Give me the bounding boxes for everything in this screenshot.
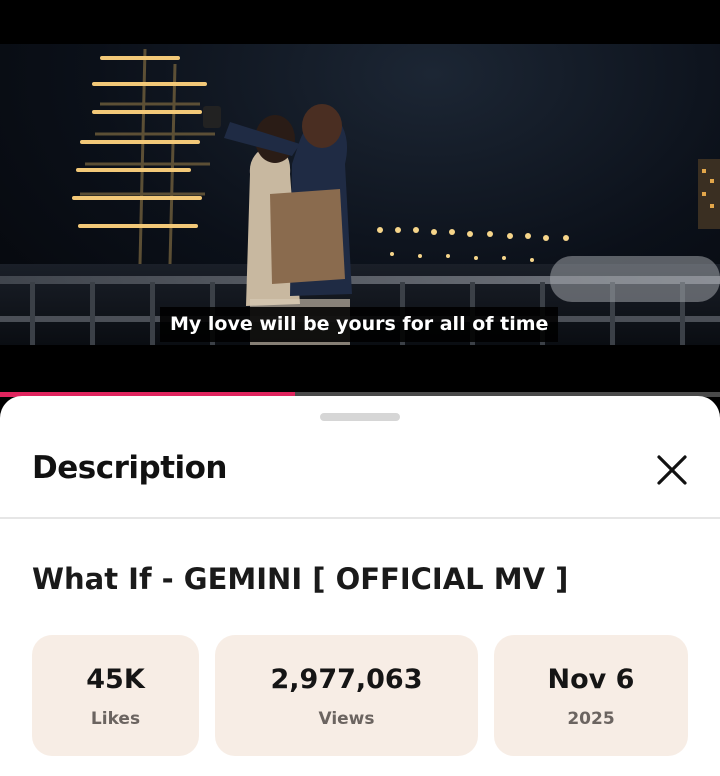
close-icon xyxy=(657,455,687,485)
publish-date: Nov 6 xyxy=(547,663,635,695)
likes-label: Likes xyxy=(90,708,141,729)
close-button[interactable] xyxy=(648,446,696,494)
views-label: Views xyxy=(318,708,375,729)
video-scene-illustration xyxy=(0,48,720,345)
sheet-title: Description xyxy=(32,450,228,486)
likes-count: 45K xyxy=(86,663,145,695)
video-frame[interactable] xyxy=(0,44,720,345)
video-player[interactable]: My love will be yours for all of time xyxy=(0,0,720,400)
date-stat-card: Nov 6 2025 xyxy=(494,635,688,756)
description-sheet: Description What If - GEMINI [ OFFICIAL … xyxy=(0,396,720,776)
likes-stat-card: 45K Likes xyxy=(32,635,199,756)
drag-handle[interactable] xyxy=(320,413,400,421)
sheet-divider xyxy=(0,517,720,519)
views-stat-card: 2,977,063 Views xyxy=(215,635,478,756)
publish-year: 2025 xyxy=(567,708,615,729)
video-subtitle: My love will be yours for all of time xyxy=(160,307,559,342)
views-count: 2,977,063 xyxy=(270,663,423,695)
video-title: What If - GEMINI [ OFFICIAL MV ] xyxy=(32,562,569,596)
